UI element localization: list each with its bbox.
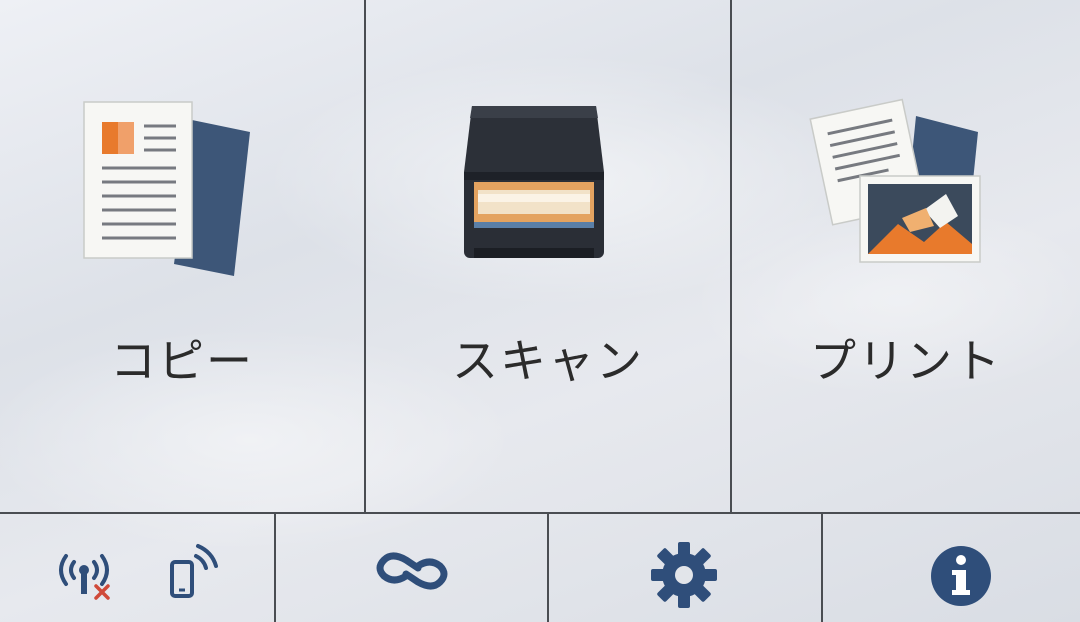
print-label: プリント [810, 334, 1002, 388]
copy-tile[interactable]: コピー [0, 0, 364, 512]
bottom-bar [0, 512, 1080, 622]
gear-icon [649, 540, 719, 610]
scanner-icon [448, 98, 648, 278]
info-icon [929, 544, 993, 608]
wifi-disconnected-icon [52, 542, 122, 602]
connect-button[interactable] [274, 514, 547, 622]
copy-document-icon [82, 98, 282, 278]
info-button[interactable] [821, 514, 1080, 622]
copy-label: コピー [110, 334, 254, 388]
print-tile[interactable]: プリント [730, 0, 1080, 512]
mobile-wireless-icon [162, 542, 222, 602]
printer-home-screen: コピー スキャン プリント [0, 0, 1080, 622]
print-document-photo-icon [806, 98, 1006, 278]
scan-tile[interactable]: スキャン [364, 0, 730, 512]
scan-label: スキャン [452, 334, 644, 388]
network-status-button[interactable] [0, 514, 274, 622]
link-icon [372, 546, 452, 596]
settings-button[interactable] [547, 514, 821, 622]
